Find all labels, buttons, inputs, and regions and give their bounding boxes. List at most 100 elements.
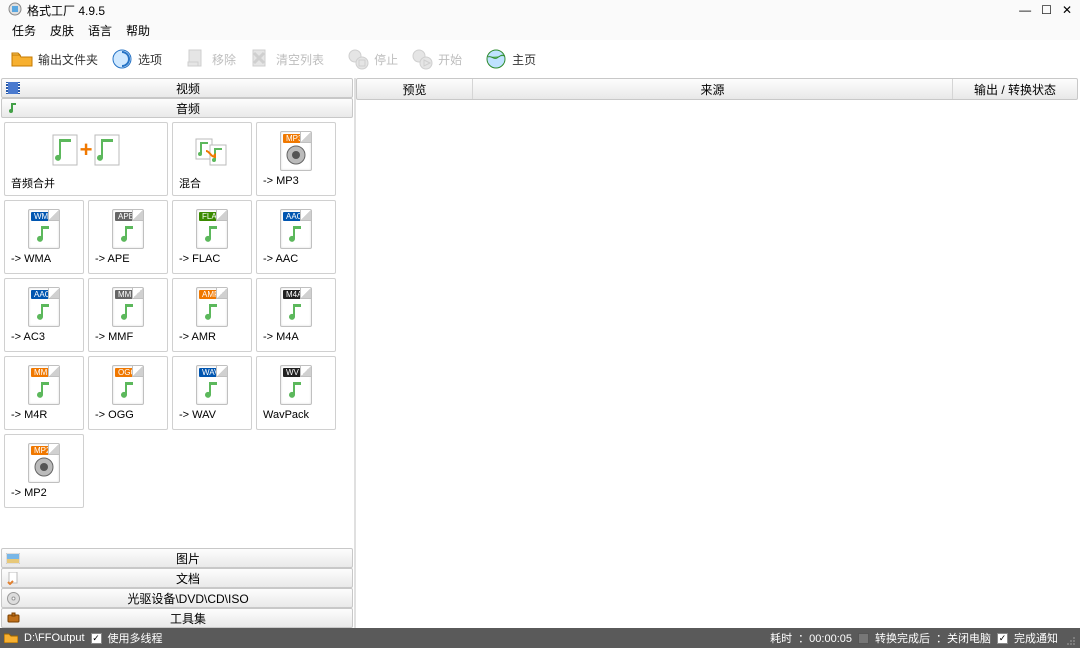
tile-label: -> APE xyxy=(89,251,167,267)
tb-home[interactable]: 主页 xyxy=(480,45,540,73)
category-document[interactable]: 文档 xyxy=(1,568,353,588)
tile-icon: OGG xyxy=(110,363,146,407)
category-audio[interactable]: 音频 xyxy=(1,98,353,118)
app-icon xyxy=(8,2,22,19)
status-output-path[interactable]: D:\FFOutput xyxy=(24,632,85,644)
category-video[interactable]: 视频 xyxy=(1,78,353,98)
tile-mmf[interactable]: MMF-> MMF xyxy=(88,278,168,352)
tb-options[interactable]: 选项 xyxy=(106,45,166,73)
tb-stop[interactable]: 停止 xyxy=(342,45,402,73)
tile-amr[interactable]: AMR-> AMR xyxy=(172,278,252,352)
tile-icon: APE xyxy=(110,207,146,251)
tb-output-folder-label: 输出文件夹 xyxy=(38,51,98,68)
category-video-label: 视频 xyxy=(24,80,352,97)
tile-mp2[interactable]: MP2-> MP2 xyxy=(4,434,84,508)
music-note-icon xyxy=(2,102,24,114)
globe-icon xyxy=(484,47,508,71)
status-folder-icon[interactable] xyxy=(4,631,18,646)
close-button[interactable]: ✕ xyxy=(1062,3,1072,17)
status-multithread-check[interactable]: ✓ xyxy=(91,633,102,644)
menu-help[interactable]: 帮助 xyxy=(126,22,150,39)
tile-flac[interactable]: FLA-> FLAC xyxy=(172,200,252,274)
folder-open-icon xyxy=(10,47,34,71)
options-icon xyxy=(110,47,134,71)
tb-start[interactable]: 开始 xyxy=(406,45,466,73)
tb-clearlist-label: 清空列表 xyxy=(276,51,324,68)
category-picture[interactable]: 图片 xyxy=(1,548,353,568)
status-notify-check[interactable]: ✓ xyxy=(997,633,1008,644)
tile-icon: M4A xyxy=(278,285,314,329)
tile-icon: WV xyxy=(278,363,314,407)
resize-grip[interactable] xyxy=(1064,634,1076,646)
menu-skin[interactable]: 皮肤 xyxy=(50,22,74,39)
tile-icon: WAV xyxy=(194,363,230,407)
category-audio-label: 音频 xyxy=(24,100,352,117)
tb-remove[interactable]: 移除 xyxy=(180,45,240,73)
tile-m4r[interactable]: MMF-> M4R xyxy=(4,356,84,430)
category-disc[interactable]: 光驱设备\DVD\CD\ISO xyxy=(1,588,353,608)
clear-icon xyxy=(248,47,272,71)
tile-label: -> FLAC xyxy=(173,251,251,267)
task-list-body[interactable] xyxy=(356,100,1080,628)
col-status[interactable]: 输出 / 转换状态 xyxy=(953,79,1077,99)
tile-label: -> MP2 xyxy=(5,485,83,501)
tile-icon: MP3 xyxy=(278,129,314,173)
tb-start-label: 开始 xyxy=(438,51,462,68)
tile-label: -> WAV xyxy=(173,407,251,423)
svg-text:+: + xyxy=(80,137,93,162)
status-after-check[interactable] xyxy=(858,633,869,644)
tile-wav[interactable]: WAV-> WAV xyxy=(172,356,252,430)
tile-label: -> MMF xyxy=(89,329,167,345)
tb-stop-label: 停止 xyxy=(374,51,398,68)
menu-task[interactable]: 任务 xyxy=(12,22,36,39)
task-list-header: 预览 来源 输出 / 转换状态 xyxy=(356,78,1078,100)
category-tools-label: 工具集 xyxy=(24,610,352,627)
tile-mp3[interactable]: MP3-> MP3 xyxy=(256,122,336,196)
tile-label: -> OGG xyxy=(89,407,167,423)
tile-icon: AAC xyxy=(26,285,62,329)
tools-icon xyxy=(2,612,24,625)
status-notify-label: 完成通知 xyxy=(1014,630,1058,646)
category-tools[interactable]: 工具集 xyxy=(1,608,353,628)
col-preview[interactable]: 预览 xyxy=(357,79,473,99)
tb-home-label: 主页 xyxy=(512,51,536,68)
status-elapsed-value: ：00:00:05 xyxy=(798,630,852,646)
document-icon xyxy=(2,572,24,585)
toolbar: 输出文件夹 选项 移除 清空列表 停止 开始 主页 xyxy=(0,40,1080,78)
tile-icon: FLA xyxy=(194,207,230,251)
tile-ac3[interactable]: AAC-> AC3 xyxy=(4,278,84,352)
right-pane: 预览 来源 输出 / 转换状态 xyxy=(356,78,1080,628)
status-after-value: ：关闭电脑 xyxy=(936,630,991,646)
left-pane: 视频 音频 +音频合并混合MP3-> MP3WMA-> WMAAPE-> APE… xyxy=(0,78,356,628)
tile-ape[interactable]: APE-> APE xyxy=(88,200,168,274)
title-bar: 格式工厂 4.9.5 — ☐ ✕ xyxy=(0,0,1080,20)
window-title: 格式工厂 4.9.5 xyxy=(27,2,105,19)
tile-m4a[interactable]: M4A-> M4A xyxy=(256,278,336,352)
tile-icon: AAC xyxy=(278,207,314,251)
tb-clearlist[interactable]: 清空列表 xyxy=(244,45,328,73)
tile-label: 混合 xyxy=(173,173,251,193)
tile-label: WavPack xyxy=(257,407,335,423)
tb-output-folder[interactable]: 输出文件夹 xyxy=(6,45,102,73)
col-source[interactable]: 来源 xyxy=(473,79,953,99)
tile-[interactable]: 混合 xyxy=(172,122,252,196)
status-elapsed-label: 耗时 xyxy=(770,630,792,646)
tile-label: -> M4R xyxy=(5,407,83,423)
tile-label: -> MP3 xyxy=(257,173,335,189)
tile-icon xyxy=(194,129,230,173)
tile-wavpack[interactable]: WVWavPack xyxy=(256,356,336,430)
tile-label: -> AAC xyxy=(257,251,335,267)
maximize-button[interactable]: ☐ xyxy=(1041,3,1052,17)
category-document-label: 文档 xyxy=(24,570,352,587)
menu-bar: 任务 皮肤 语言 帮助 xyxy=(0,20,1080,40)
start-icon xyxy=(410,47,434,71)
tile-ogg[interactable]: OGG-> OGG xyxy=(88,356,168,430)
minimize-button[interactable]: — xyxy=(1019,3,1031,17)
tile-[interactable]: +音频合并 xyxy=(4,122,168,196)
tile-wma[interactable]: WMA-> WMA xyxy=(4,200,84,274)
film-icon xyxy=(2,82,24,94)
menu-language[interactable]: 语言 xyxy=(88,22,112,39)
tile-icon: MMF xyxy=(26,363,62,407)
tile-aac[interactable]: AAC-> AAC xyxy=(256,200,336,274)
stop-icon xyxy=(346,47,370,71)
